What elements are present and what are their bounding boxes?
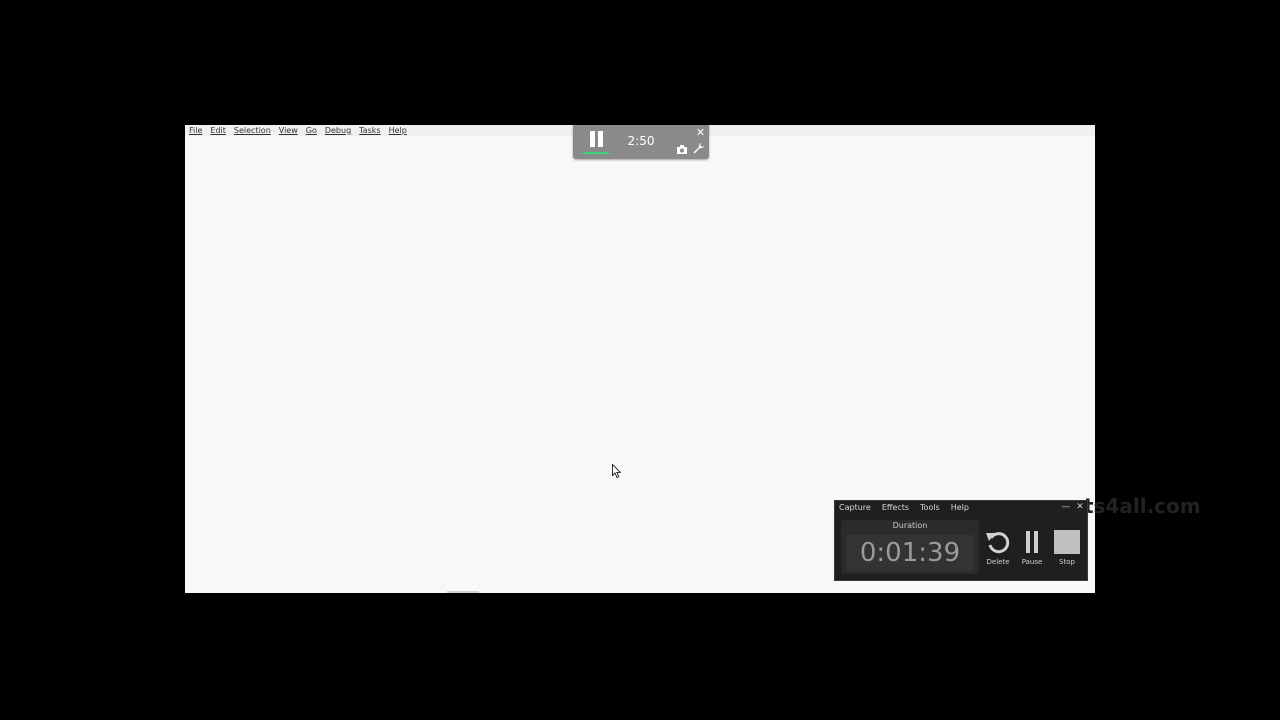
pause-icon[interactable] bbox=[588, 131, 604, 148]
pause-icon bbox=[1025, 531, 1041, 553]
menu-help[interactable]: Help bbox=[389, 125, 407, 136]
recording-progress-indicator bbox=[583, 152, 609, 154]
recording-toolbar: 2:50 ✕ bbox=[573, 125, 709, 159]
pause-bar-right bbox=[1034, 531, 1038, 553]
menu-capture[interactable]: Capture bbox=[839, 501, 871, 515]
pause-bar-left bbox=[1026, 531, 1030, 553]
watermark: ts4all.com bbox=[1084, 494, 1201, 518]
close-icon[interactable]: ✕ bbox=[695, 127, 706, 138]
mouse-cursor-icon bbox=[612, 464, 622, 479]
menu-tasks[interactable]: Tasks bbox=[359, 125, 380, 136]
duration-label: Duration bbox=[892, 521, 928, 530]
duration-box: Duration 0:01:39 bbox=[841, 520, 979, 574]
duration-value: 0:01:39 bbox=[859, 538, 961, 568]
screen: File Edit Selection View Go Debug Tasks … bbox=[0, 0, 1280, 720]
pause-bar-left bbox=[590, 131, 595, 147]
camera-icon[interactable] bbox=[676, 144, 688, 155]
recording-time: 2:50 bbox=[627, 134, 655, 148]
menu-edit[interactable]: Edit bbox=[210, 125, 226, 136]
recorder-panel: Capture Effects Tools Help — ✕ Duration … bbox=[834, 500, 1088, 581]
duration-display: 0:01:39 bbox=[846, 535, 974, 571]
menu-view[interactable]: View bbox=[279, 125, 298, 136]
stop-button[interactable]: Stop bbox=[1052, 528, 1082, 570]
wrench-icon[interactable] bbox=[692, 142, 705, 155]
menu-go[interactable]: Go bbox=[306, 125, 317, 136]
stop-label: Stop bbox=[1059, 558, 1075, 566]
undo-icon bbox=[986, 532, 1010, 554]
menu-effects[interactable]: Effects bbox=[882, 501, 909, 515]
menu-file[interactable]: File bbox=[189, 125, 202, 136]
menu-debug[interactable]: Debug bbox=[325, 125, 351, 136]
pause-bar-right bbox=[598, 131, 603, 147]
menu-help-recorder[interactable]: Help bbox=[951, 501, 969, 515]
menu-tools[interactable]: Tools bbox=[920, 501, 940, 515]
stop-icon bbox=[1054, 530, 1080, 554]
pause-button[interactable]: Pause bbox=[1017, 528, 1047, 570]
menu-selection[interactable]: Selection bbox=[234, 125, 271, 136]
delete-button[interactable]: Delete bbox=[983, 528, 1013, 570]
close-icon[interactable]: ✕ bbox=[1075, 502, 1085, 512]
recorder-menu-bar: Capture Effects Tools Help bbox=[835, 501, 1087, 515]
scrollbar-thumb[interactable] bbox=[447, 591, 479, 593]
minimize-icon[interactable]: — bbox=[1061, 502, 1071, 512]
